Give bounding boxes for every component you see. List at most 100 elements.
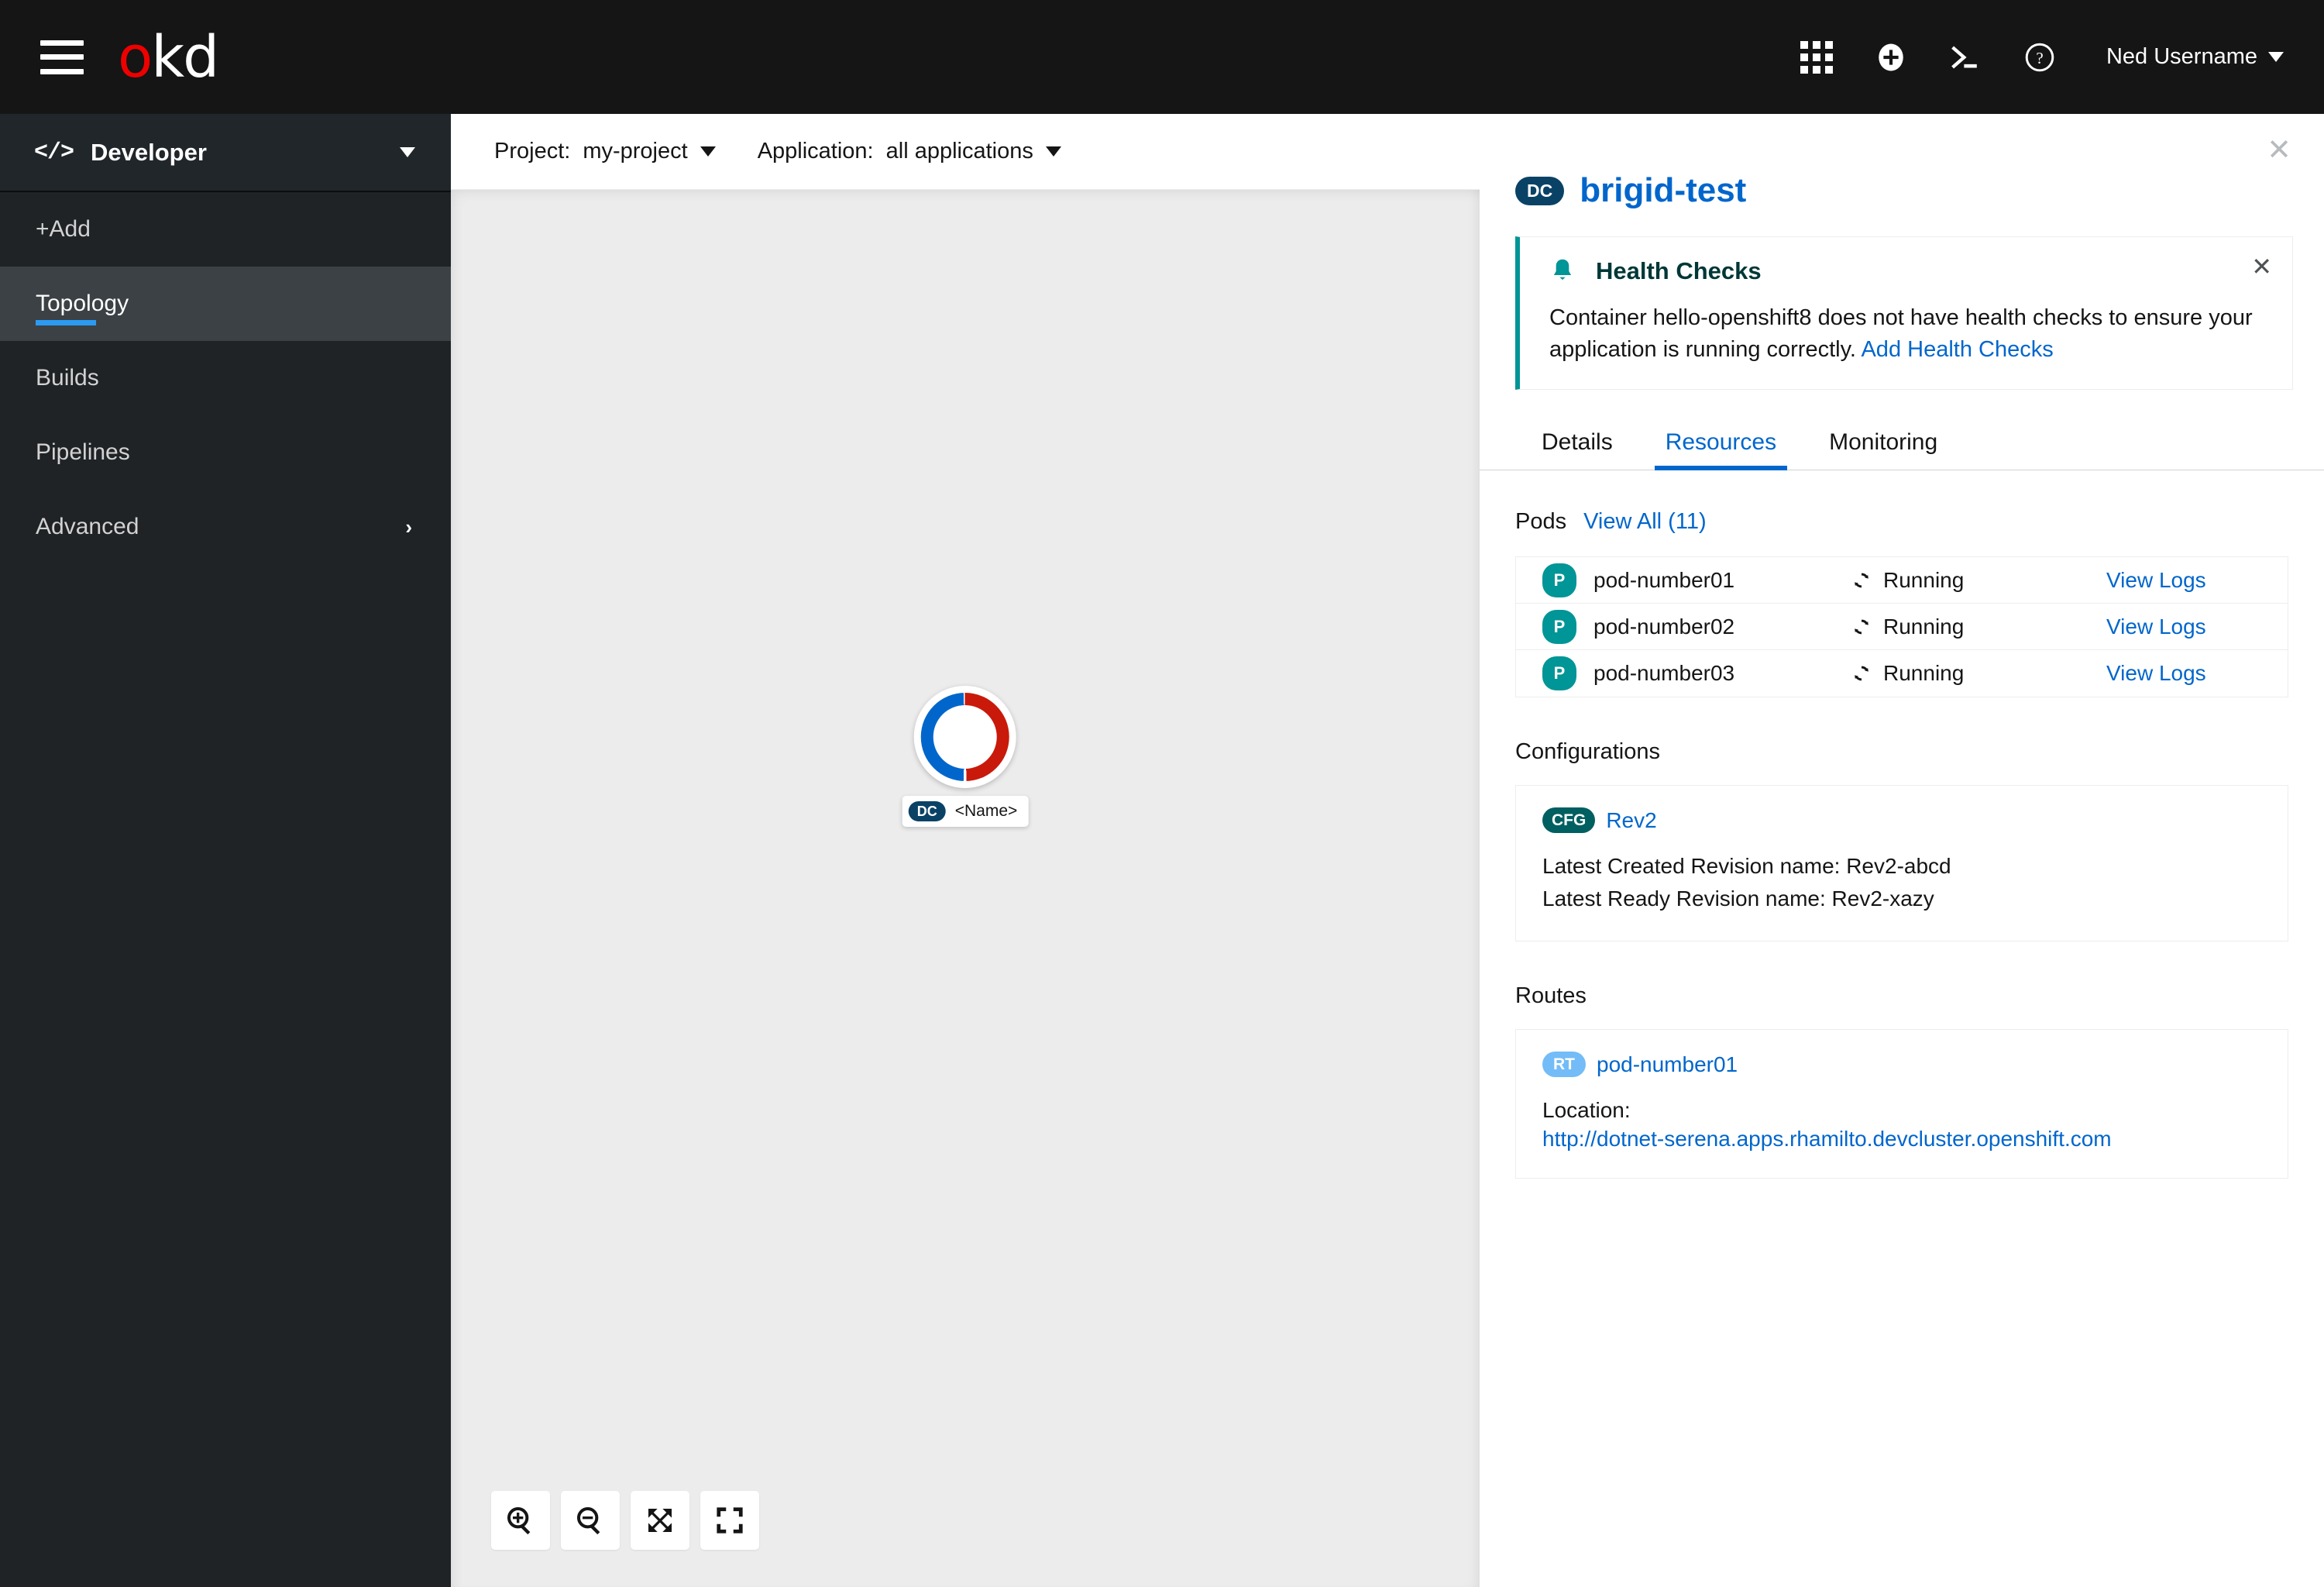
node-name-label: <Name> <box>954 802 1018 820</box>
pod-name: pod-number02 <box>1593 614 1735 639</box>
svg-text:?: ? <box>2036 49 2043 67</box>
pod-name: pod-number01 <box>1593 567 1735 592</box>
tab-resources[interactable]: Resources <box>1639 429 1803 471</box>
configuration-card: CFG Rev2 Latest Created Revision name: R… <box>1515 785 2288 942</box>
sidebar-item-label: Advanced <box>36 514 139 539</box>
bell-icon <box>1553 259 1572 281</box>
chevron-right-icon: › <box>405 515 412 539</box>
hamburger-menu-icon[interactable] <box>40 40 84 74</box>
sidebar: </> Developer +Add Topology Builds Pipel… <box>0 114 451 1587</box>
chevron-down-icon <box>700 146 716 157</box>
sidebar-item-label: Topology <box>36 291 129 316</box>
pods-title: Pods <box>1515 509 1567 535</box>
table-row[interactable]: P pod-number03 Running View Logs <box>1516 650 2288 697</box>
sidebar-item-builds[interactable]: Builds <box>0 341 451 415</box>
perspective-label: Developer <box>91 138 207 166</box>
perspective-switcher[interactable]: </> Developer <box>0 114 451 192</box>
sync-icon <box>1855 573 1868 588</box>
sidebar-item-label: Pipelines <box>36 439 130 465</box>
view-logs-link[interactable]: View Logs <box>2106 614 2261 639</box>
route-name-link[interactable]: pod-number01 <box>1597 1052 1738 1077</box>
dc-badge: DC <box>908 801 946 821</box>
pod-status-label: Running <box>1883 661 1965 686</box>
donut-hole <box>933 705 997 769</box>
pod-badge: P <box>1542 609 1576 644</box>
pods-section-header: Pods View All (11) <box>1515 509 2288 535</box>
add-health-checks-link[interactable]: Add Health Checks <box>1861 337 2053 362</box>
application-selector[interactable]: Application: all applications <box>758 139 1061 164</box>
alert-title: Health Checks <box>1596 257 1762 284</box>
masthead-actions: ? Ned Username <box>1779 0 2284 114</box>
chevron-down-icon <box>1045 146 1061 157</box>
sidebar-item-advanced[interactable]: Advanced › <box>0 490 451 564</box>
user-name-label: Ned Username <box>2106 44 2257 69</box>
configuration-name-link[interactable]: Rev2 <box>1606 808 1656 833</box>
project-label: Project: <box>494 139 571 164</box>
cfg-badge: CFG <box>1542 807 1596 834</box>
masthead: o kd ? Ned Username <box>0 0 2324 114</box>
project-selector[interactable]: Project: my-project <box>494 139 716 164</box>
project-value: my-project <box>583 139 688 164</box>
user-menu[interactable]: Ned Username <box>2106 44 2284 70</box>
tab-monitoring[interactable]: Monitoring <box>1803 429 1964 470</box>
view-all-pods-link[interactable]: View All (11) <box>1583 509 1707 535</box>
table-row[interactable]: P pod-number01 Running View Logs <box>1516 557 2288 604</box>
code-icon: </> <box>34 139 74 166</box>
logo-letter-o: o <box>118 23 153 91</box>
topology-node[interactable]: DC <Name> <box>902 686 1029 827</box>
help-circle-icon[interactable]: ? <box>2003 20 2077 95</box>
sidebar-item-pipelines[interactable]: Pipelines <box>0 415 451 490</box>
pods-list: P pod-number01 Running View Logs P pod-n… <box>1515 556 2288 698</box>
alert-body: Container hello-openshift8 does not have… <box>1549 302 2254 366</box>
okd-logo[interactable]: o kd <box>118 23 219 91</box>
logo-letters-kd: kd <box>151 23 219 91</box>
health-checks-alert: ✕ Health Checks Container hello-openshif… <box>1515 236 2293 391</box>
active-indicator <box>36 320 96 325</box>
sync-icon <box>1855 666 1868 681</box>
deployment-config-donut[interactable] <box>913 686 1016 788</box>
apps-grid-icon[interactable] <box>1779 20 1854 95</box>
terminal-icon[interactable] <box>1928 20 2003 95</box>
configurations-title: Configurations <box>1515 739 1660 765</box>
sidebar-item-add[interactable]: +Add <box>0 192 451 267</box>
route-url-link[interactable]: http://dotnet-serena.apps.rhamilto.devcl… <box>1542 1127 2261 1152</box>
tab-details[interactable]: Details <box>1515 429 1639 470</box>
zoom-controls <box>491 1491 759 1550</box>
pod-name: pod-number03 <box>1593 661 1735 686</box>
rt-badge: RT <box>1542 1052 1586 1078</box>
dc-badge: DC <box>1515 176 1565 205</box>
close-panel-icon[interactable]: ✕ <box>2267 135 2291 164</box>
application-value: all applications <box>885 139 1033 164</box>
latest-created-revision: Latest Created Revision name: Rev2-abcd <box>1542 854 1951 879</box>
topology-canvas[interactable]: DC <Name> <box>451 190 1480 1587</box>
panel-tabs: Details Resources Monitoring <box>1480 413 2324 471</box>
view-logs-link[interactable]: View Logs <box>2106 568 2261 593</box>
sidebar-item-topology[interactable]: Topology <box>0 267 451 341</box>
pod-status: Running <box>1851 568 2106 593</box>
route-header: RT pod-number01 <box>1542 1052 2261 1078</box>
location-label: Location: <box>1542 1098 1631 1123</box>
latest-ready-revision: Latest Ready Revision name: Rev2-xazy <box>1542 886 1934 911</box>
configuration-header: CFG Rev2 <box>1542 807 2261 834</box>
zoom-out-button[interactable] <box>561 1491 620 1550</box>
node-label[interactable]: DC <Name> <box>902 796 1029 827</box>
table-row[interactable]: P pod-number02 Running View Logs <box>1516 604 2288 651</box>
panel-content: Pods View All (11) P pod-number01 Runnin… <box>1480 470 2324 1179</box>
sidebar-item-label: Builds <box>36 365 99 391</box>
sync-icon <box>1855 619 1868 635</box>
fit-to-screen-button[interactable] <box>631 1491 689 1550</box>
details-side-panel: ✕ DC brigid-test Actions ✕ Health Checks… <box>1480 114 2324 1587</box>
plus-circle-icon[interactable] <box>1854 20 1928 95</box>
view-logs-link[interactable]: View Logs <box>2106 661 2261 686</box>
dismiss-alert-icon[interactable]: ✕ <box>2251 254 2272 279</box>
resource-title[interactable]: brigid-test <box>1580 171 1746 210</box>
chevron-down-icon <box>2268 52 2284 62</box>
panel-header: DC brigid-test <box>1480 114 2324 210</box>
tab-label: Details <box>1542 429 1613 456</box>
zoom-in-button[interactable] <box>491 1491 550 1550</box>
pod-badge: P <box>1542 656 1576 691</box>
pod-status-label: Running <box>1883 614 1965 639</box>
pod-status: Running <box>1851 661 2106 686</box>
application-label: Application: <box>757 139 874 164</box>
fullscreen-button[interactable] <box>700 1491 759 1550</box>
